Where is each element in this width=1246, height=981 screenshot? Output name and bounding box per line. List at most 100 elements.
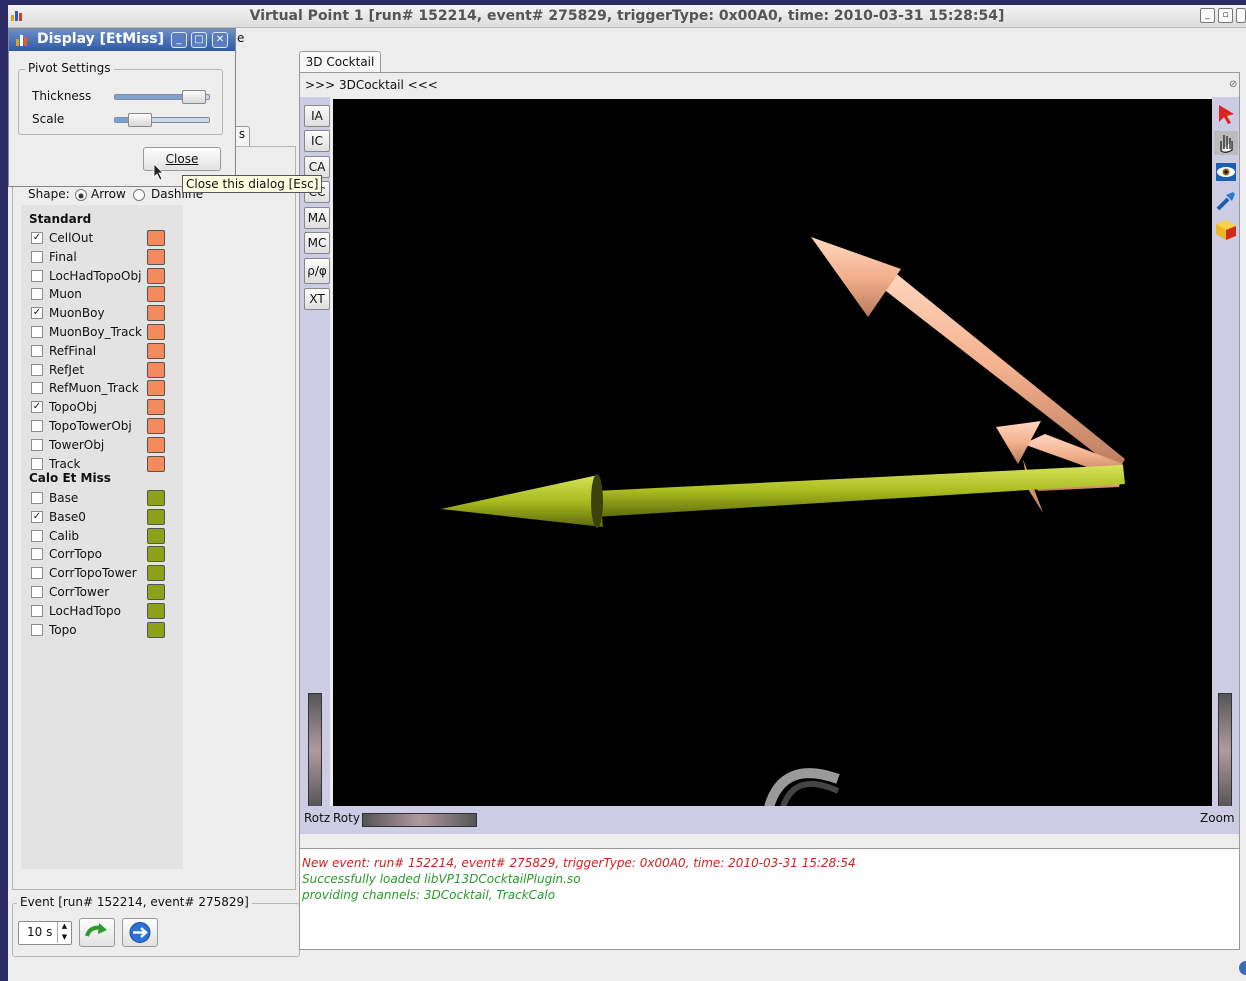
dialog-maximize-button[interactable]: □: [191, 32, 207, 48]
viewer-subtitle: >>> 3DCocktail <<<: [305, 78, 438, 92]
interval-value: 10 s: [27, 925, 53, 939]
next-event-button[interactable]: [79, 918, 115, 947]
tab-3d-cocktail[interactable]: 3D Cocktail: [299, 51, 381, 73]
checkbox[interactable]: [31, 326, 43, 338]
view-button-xt[interactable]: XT: [304, 288, 330, 310]
select-arrow-icon[interactable]: [1214, 102, 1238, 126]
collection-label: RefMuon_Track: [49, 381, 139, 396]
color-swatch-button[interactable]: [147, 565, 165, 582]
scale-slider-handle[interactable]: [128, 113, 153, 127]
color-swatch-button[interactable]: [147, 248, 165, 265]
checkbox[interactable]: [31, 492, 43, 504]
green-curved-arrow-icon: [85, 923, 107, 937]
viewer-tool-bar: [1212, 97, 1239, 808]
event-group-title: Event [run# 152214, event# 275829]: [17, 895, 252, 909]
thickness-slider[interactable]: [114, 90, 210, 104]
zoom-thumbwheel[interactable]: [1218, 693, 1232, 808]
color-swatch-button[interactable]: [147, 527, 165, 544]
checkbox[interactable]: [31, 250, 43, 263]
color-swatch-button[interactable]: [147, 230, 165, 246]
left-thumbwheel[interactable]: [308, 693, 322, 808]
checkbox[interactable]: [31, 438, 43, 451]
color-swatch-button[interactable]: [147, 508, 165, 525]
color-swatch-button[interactable]: [147, 399, 165, 416]
eye-icon[interactable]: [1214, 160, 1238, 184]
checkbox[interactable]: [31, 457, 43, 470]
thickness-slider-handle[interactable]: [182, 90, 207, 104]
hand-icon[interactable]: [1214, 131, 1238, 155]
dialog-app-icon: [15, 33, 31, 47]
checkbox[interactable]: [31, 363, 43, 376]
checkbox[interactable]: [31, 623, 43, 636]
dialog-titlebar[interactable]: Display [EtMiss] _ □ ✕: [9, 29, 235, 51]
color-swatch-button[interactable]: [147, 361, 165, 378]
color-swatch-button[interactable]: [147, 621, 165, 638]
view-all-icon[interactable]: [1214, 218, 1238, 242]
collection-label: Topo: [49, 622, 77, 637]
view-button-mc[interactable]: MC: [304, 232, 330, 254]
roty-thumbwheel[interactable]: [362, 813, 477, 827]
checkbox[interactable]: [31, 529, 43, 542]
dialog-close-icon[interactable]: ✕: [212, 32, 228, 48]
color-swatch-button[interactable]: [147, 455, 165, 472]
checkbox[interactable]: ✓: [31, 510, 43, 523]
spin-down-icon[interactable]: ▼: [57, 933, 71, 943]
message-line: Successfully loaded libVP13DCocktailPlug…: [302, 872, 581, 886]
etmiss-arrow-pink-upper: [811, 237, 1125, 471]
message-log[interactable]: New event: run# 152214, event# 275829, t…: [299, 848, 1240, 950]
color-swatch-button[interactable]: [147, 602, 165, 619]
shape-radio-arrow[interactable]: [75, 189, 87, 201]
collection-label: Base0: [49, 509, 86, 524]
checkbox[interactable]: [31, 382, 43, 395]
pivot-settings-title: Pivot Settings: [25, 61, 114, 75]
checkbox[interactable]: ✓: [31, 401, 43, 414]
minimize-button[interactable]: _: [1200, 8, 1215, 23]
collection-label: CorrTopoTower: [49, 566, 137, 581]
color-swatch-button[interactable]: [147, 305, 165, 322]
mouse-cursor-icon: [153, 163, 165, 181]
checkbox[interactable]: [31, 604, 43, 617]
checkbox[interactable]: ✓: [31, 232, 43, 244]
checkbox[interactable]: [31, 420, 43, 432]
main-titlebar[interactable]: Virtual Point 1 [run# 152214, event# 275…: [8, 5, 1246, 28]
color-swatch-button[interactable]: [147, 584, 165, 600]
collection-label: MuonBoy_Track: [49, 325, 142, 339]
menu-item-partial[interactable]: e: [237, 31, 244, 45]
checkbox[interactable]: [31, 269, 43, 282]
maximize-button[interactable]: ▫: [1218, 8, 1233, 23]
view-button-ic[interactable]: IC: [304, 130, 330, 152]
detach-icon[interactable]: ⊘: [1229, 79, 1237, 90]
checkbox[interactable]: [31, 586, 43, 598]
collection-label: CellOut: [49, 231, 94, 245]
3d-canvas[interactable]: [333, 99, 1213, 809]
color-swatch-button[interactable]: [147, 418, 165, 434]
color-swatch-button[interactable]: [147, 267, 165, 284]
checkbox[interactable]: [31, 344, 43, 357]
shape-radio-dashline[interactable]: [133, 189, 145, 201]
color-swatch-button[interactable]: [147, 490, 165, 506]
color-swatch-button[interactable]: [147, 436, 165, 453]
color-swatch-button[interactable]: [147, 546, 165, 563]
color-swatch-button[interactable]: [147, 342, 165, 359]
close-button-label: Close: [165, 152, 199, 166]
spin-up-icon[interactable]: ▲: [57, 922, 71, 932]
color-swatch-button[interactable]: [147, 380, 165, 397]
go-forward-button[interactable]: [122, 918, 158, 947]
shape-label: Shape:: [28, 187, 70, 201]
collection-label: MuonBoy: [49, 306, 105, 321]
view-button-ia[interactable]: IA: [304, 105, 330, 127]
scale-slider[interactable]: [114, 113, 210, 127]
dialog-minimize-button[interactable]: _: [171, 32, 187, 48]
color-swatch-button[interactable]: [147, 286, 165, 303]
section-title-calo-et-miss: Calo Et Miss: [29, 471, 111, 485]
checkbox[interactable]: ✓: [31, 307, 43, 320]
view-button-ma[interactable]: MA: [304, 207, 330, 229]
view-button-rho-phi[interactable]: ρ/φ: [304, 258, 330, 284]
close-window-button[interactable]: [1236, 8, 1246, 23]
checkbox[interactable]: [31, 548, 43, 561]
flashlight-icon[interactable]: [1214, 189, 1238, 213]
checkbox[interactable]: [31, 567, 43, 580]
color-swatch-button[interactable]: [147, 324, 165, 340]
checkbox[interactable]: [31, 288, 43, 301]
interval-spinbox[interactable]: 10 s ▲ ▼: [18, 921, 72, 945]
